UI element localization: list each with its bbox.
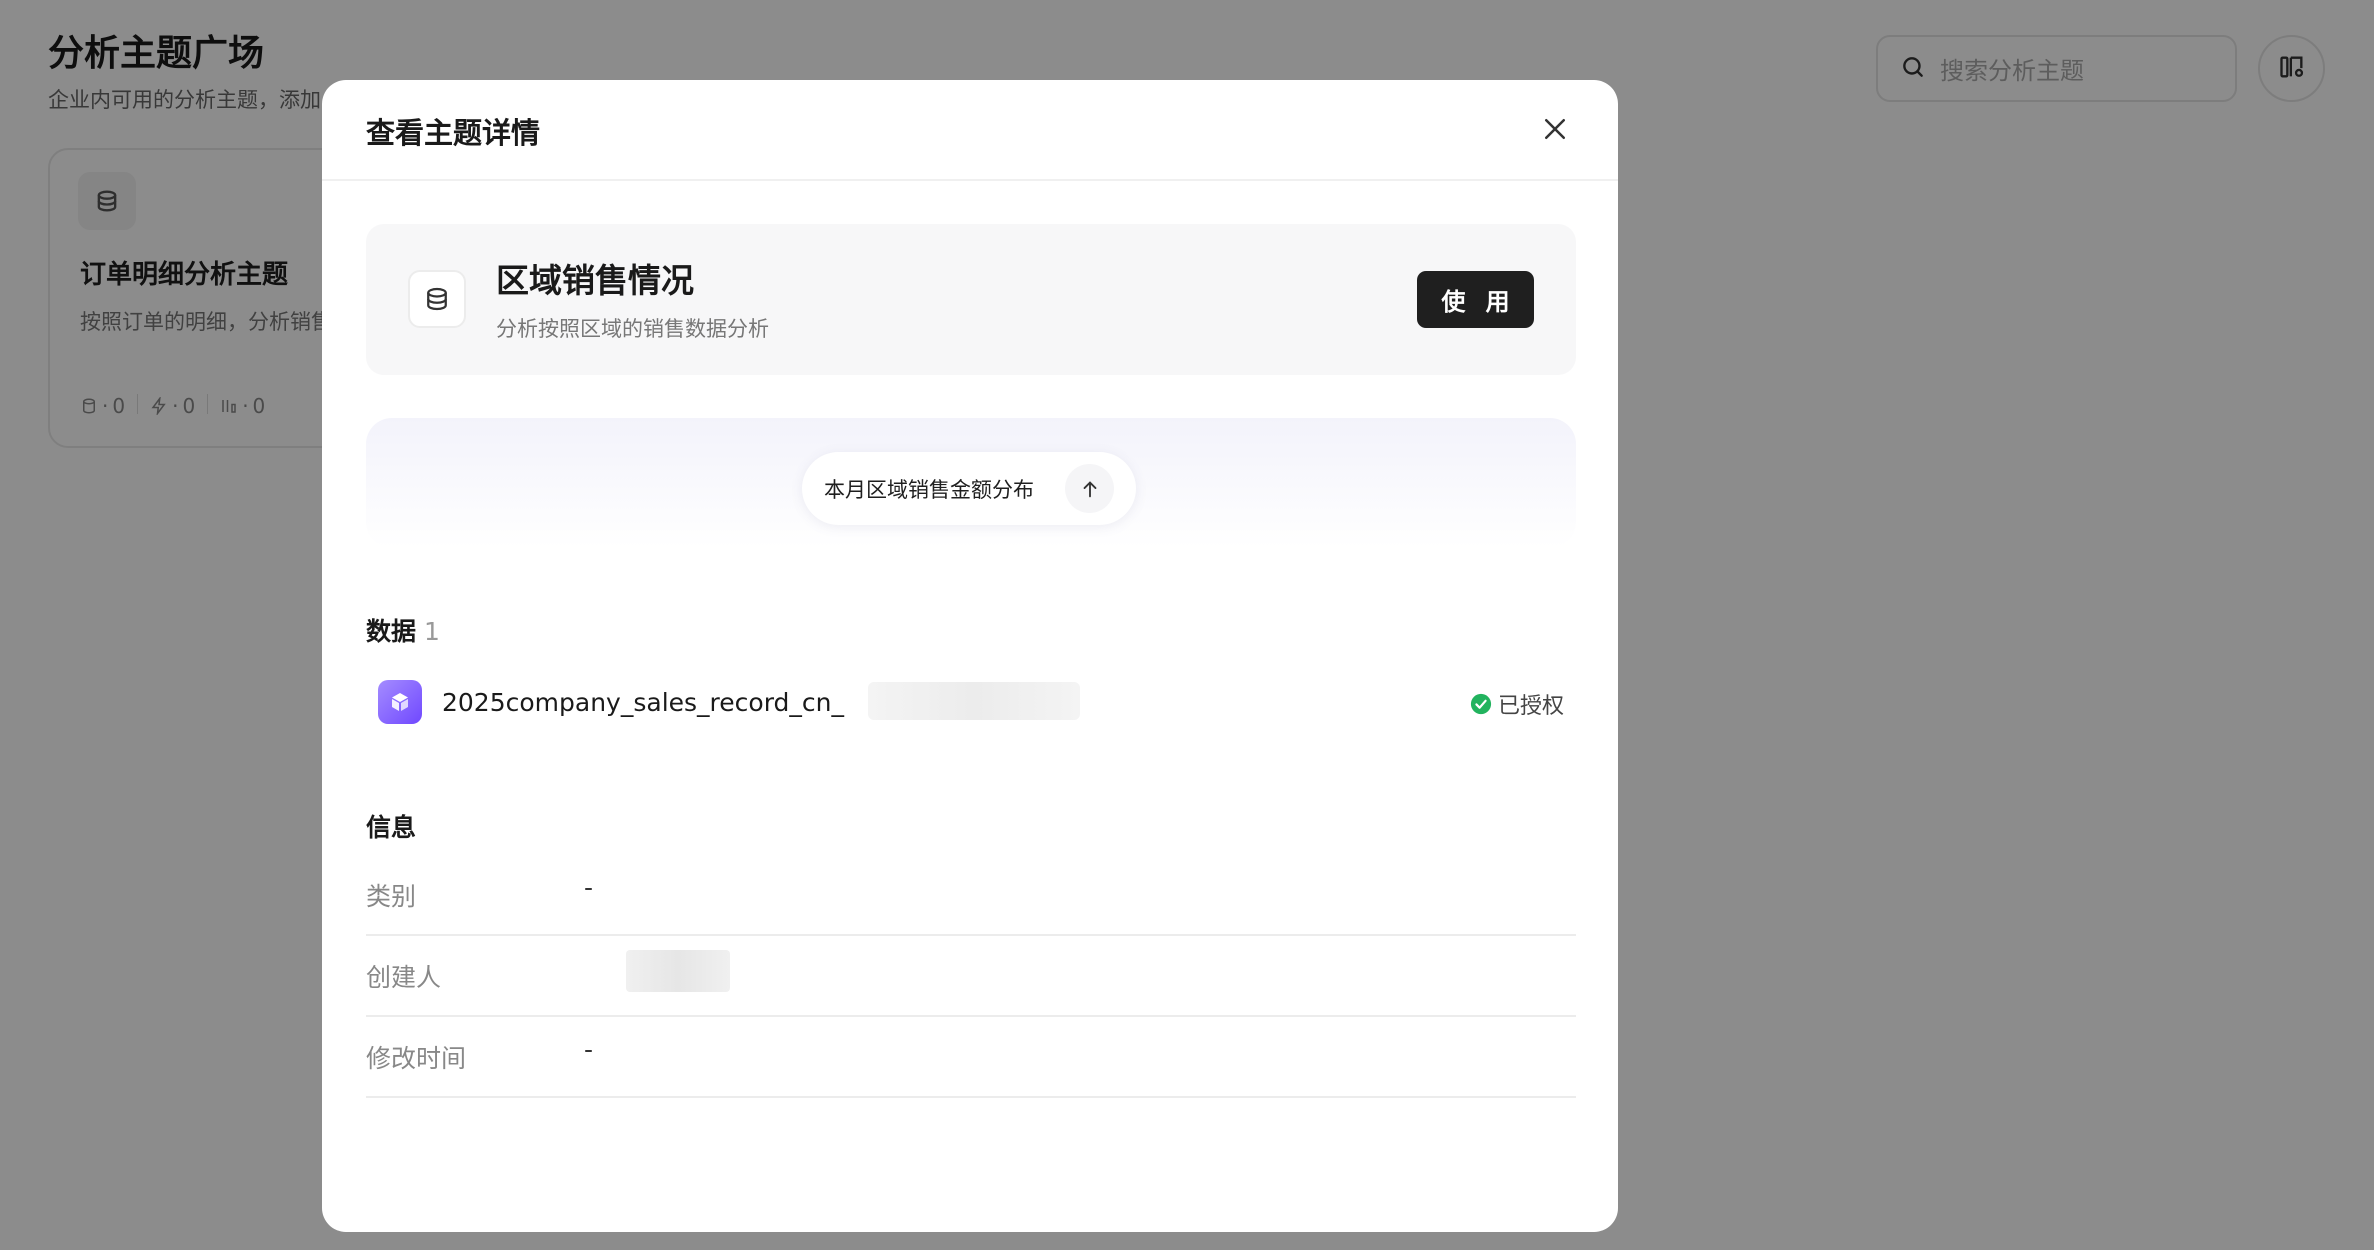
info-row-modified-time: 修改时间 - — [366, 1017, 1576, 1098]
info-row-category: 类别 - — [366, 855, 1576, 936]
topic-name: 区域销售情况 — [496, 261, 694, 300]
use-button[interactable]: 使 用 — [1417, 271, 1534, 328]
authorization-status: 已授权 — [1470, 688, 1564, 720]
topic-summary-panel: 区域销售情况 分析按照区域的销售数据分析 使 用 — [366, 224, 1576, 375]
data-section-label: 数据 — [366, 617, 417, 646]
close-button[interactable] — [1532, 108, 1578, 154]
arrow-up-icon — [1083, 480, 1096, 497]
info-section-title: 信息 — [366, 813, 417, 842]
suggested-question-chip[interactable]: 本月区域销售金额分布 — [802, 452, 1136, 525]
dataset-cube-icon — [378, 680, 422, 724]
suggested-question-area: 本月区域销售金额分布 — [366, 418, 1576, 548]
topic-detail-modal: 查看主题详情 区域销售情况 分析按照区域的销售数据分析 使 用 本月区域销售金额… — [322, 80, 1618, 1232]
modal-header: 查看主题详情 — [322, 80, 1618, 181]
suggested-question-text: 本月区域销售金额分布 — [824, 477, 1034, 502]
data-source-row[interactable]: 2025company_sales_record_cn_ 已授权 — [378, 680, 1564, 726]
data-section-count: 1 — [424, 617, 440, 646]
redacted-text — [868, 682, 1080, 720]
info-row-creator: 创建人 — [366, 936, 1576, 1017]
topic-description: 分析按照区域的销售数据分析 — [496, 317, 769, 341]
data-source-name: 2025company_sales_record_cn_ — [442, 688, 844, 717]
info-value-modified-time: - — [584, 1035, 594, 1064]
modal-title: 查看主题详情 — [366, 116, 541, 150]
data-section-title: 数据 1 — [366, 612, 440, 648]
info-value-category: - — [584, 873, 594, 902]
database-icon — [408, 270, 466, 328]
info-label-modified-time: 修改时间 — [366, 1044, 467, 1073]
send-question-button[interactable] — [1065, 464, 1114, 513]
close-icon — [1540, 114, 1570, 148]
authorization-status-text: 已授权 — [1497, 694, 1564, 719]
redacted-creator — [626, 950, 730, 992]
info-label-category: 类别 — [366, 882, 417, 911]
check-circle-icon — [1470, 693, 1492, 715]
info-label-creator: 创建人 — [366, 963, 442, 992]
